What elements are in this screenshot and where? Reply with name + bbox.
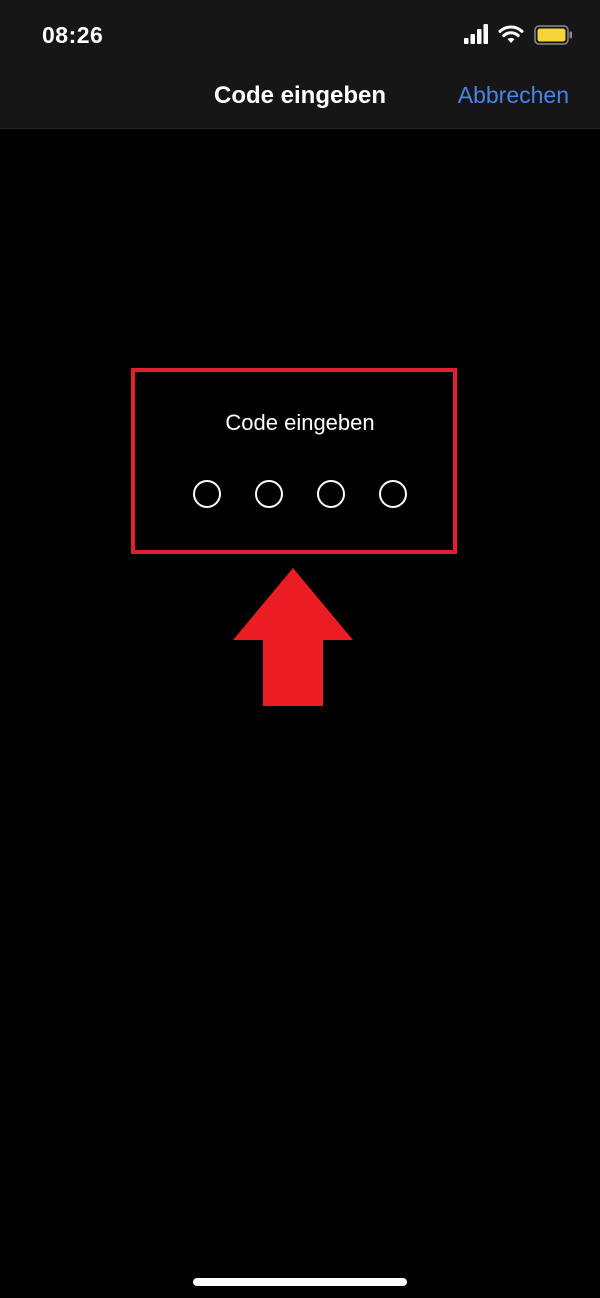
passcode-dots[interactable] [0,480,600,508]
passcode-dot [317,480,345,508]
passcode-prompt: Code eingeben [225,410,375,435]
home-indicator[interactable] [193,1278,407,1286]
wifi-icon [498,24,524,46]
battery-icon [534,24,574,46]
cancel-button[interactable]: Abbrechen [458,82,569,109]
arrow-up-icon [233,568,353,706]
navigation-header: 08:26 Code eingeben Abbrechen [0,0,600,129]
passcode-dot [379,480,407,508]
passcode-dot [193,480,221,508]
highlight-box [131,368,457,554]
signal-icon [464,24,490,46]
passcode-dot [255,480,283,508]
status-time: 08:26 [42,22,104,48]
